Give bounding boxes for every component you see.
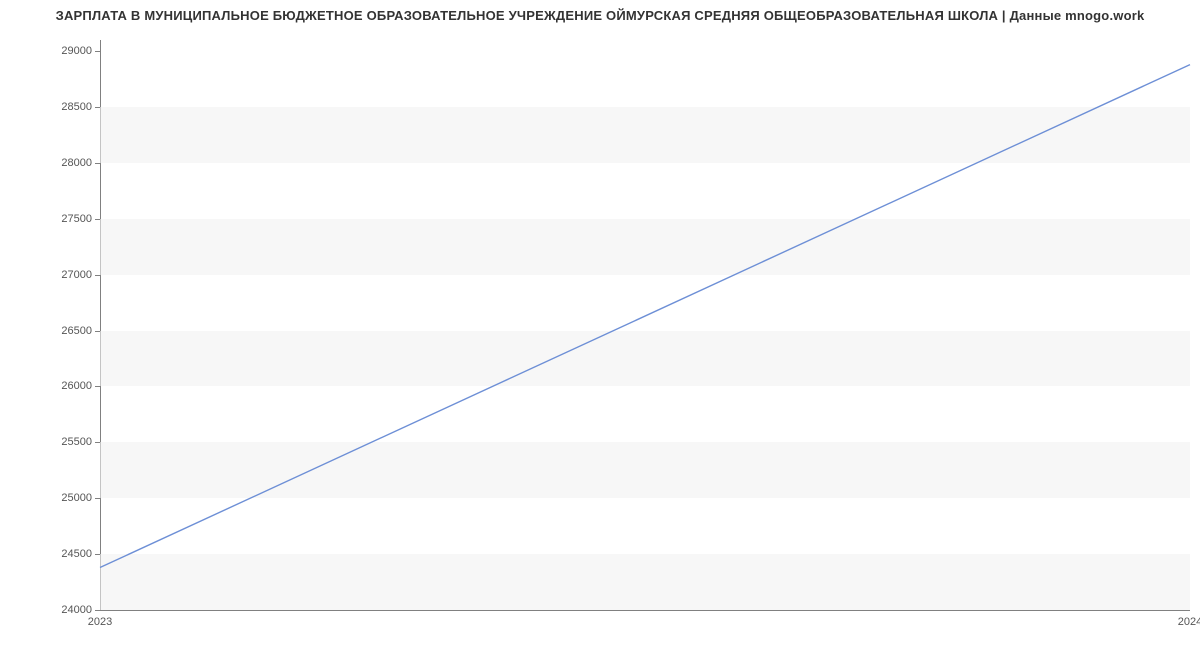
x-tick-label: 2024 [1178,616,1200,628]
y-tick-label: 27500 [12,213,92,225]
y-tick-label: 26000 [12,380,92,392]
series-salary [100,65,1190,568]
y-tick-label: 26500 [12,325,92,337]
y-tick-label: 28500 [12,101,92,113]
y-tick-label: 28000 [12,157,92,169]
line-layer [100,40,1190,610]
y-tick-label: 24000 [12,604,92,616]
y-tickmark [95,610,100,611]
y-tick-label: 27000 [12,269,92,281]
plot-area [100,40,1190,611]
x-tick-label: 2023 [88,616,112,628]
chart-container: ЗАРПЛАТА В МУНИЦИПАЛЬНОЕ БЮДЖЕТНОЕ ОБРАЗ… [0,0,1200,650]
chart-title: ЗАРПЛАТА В МУНИЦИПАЛЬНОЕ БЮДЖЕТНОЕ ОБРАЗ… [0,8,1200,23]
y-tick-label: 29000 [12,45,92,57]
y-tick-label: 24500 [12,548,92,560]
y-tick-label: 25000 [12,492,92,504]
y-tick-label: 25500 [12,436,92,448]
